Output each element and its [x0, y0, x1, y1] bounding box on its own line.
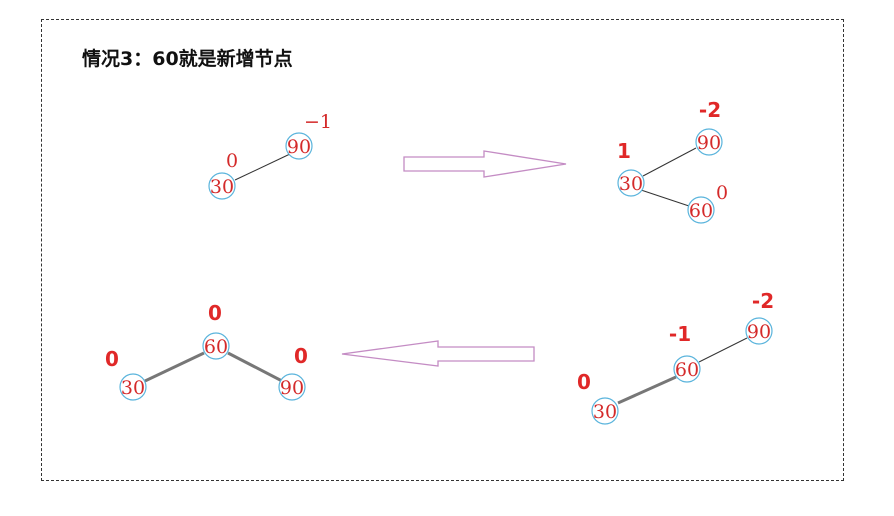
tree-node-60: 60 [687, 196, 715, 224]
node-label: 60 [204, 336, 228, 358]
tree-balanced: 60 30 90 0 0 0 [105, 301, 308, 401]
balance-factor: 1 [617, 139, 631, 163]
tree-node-90: 90 [695, 128, 723, 156]
tree-after-right-rotation: 90 60 30 -2 -1 0 [577, 289, 774, 425]
node-label: 30 [210, 176, 234, 198]
edge-30-60 [640, 189, 690, 207]
tree-node-30: 30 [591, 397, 619, 425]
node-label: 30 [619, 173, 643, 195]
balance-factor: 0 [294, 344, 308, 368]
tree-after-insert: 90 30 60 -2 1 0 [617, 98, 728, 224]
tree-node-90: 90 [745, 317, 773, 345]
balance-factor: 0 [226, 150, 238, 172]
balance-factor: 0 [716, 182, 728, 204]
balance-factor: 0 [105, 347, 119, 371]
left-arrow [341, 340, 535, 367]
tree-node-60: 60 [673, 355, 701, 383]
tree-node-90: 90 [285, 132, 313, 160]
node-label: 30 [121, 377, 145, 399]
edge-90-30 [642, 147, 697, 177]
tree-initial: 90 30 −1 0 [208, 111, 332, 200]
edge-60-30 [144, 351, 205, 383]
node-label: 90 [287, 136, 311, 158]
tree-node-60: 60 [202, 332, 230, 360]
diagram-canvas: 90 30 −1 0 90 30 60 -2 1 0 90 60 30 -2 -… [105, 98, 774, 425]
tree-node-30: 30 [208, 172, 236, 200]
node-label: 60 [689, 200, 713, 222]
right-arrow [403, 150, 567, 178]
tree-node-90: 90 [278, 373, 306, 401]
node-label: 90 [697, 132, 721, 154]
edge-60-90 [227, 351, 283, 383]
node-label: 90 [280, 377, 304, 399]
balance-factor: -1 [669, 322, 691, 346]
edge-90-30 [234, 153, 291, 181]
node-label: 90 [747, 321, 771, 343]
node-label: 60 [675, 359, 699, 381]
balance-factor: 0 [208, 301, 222, 325]
balance-factor: −1 [304, 111, 332, 133]
balance-factor: -2 [699, 98, 721, 122]
edge-90-60 [698, 337, 748, 363]
balance-factor: -2 [752, 289, 774, 313]
tree-node-30: 30 [119, 373, 147, 401]
edge-60-30 [617, 375, 677, 405]
tree-node-30: 30 [617, 169, 645, 197]
node-label: 30 [593, 401, 617, 423]
balance-factor: 0 [577, 370, 591, 394]
